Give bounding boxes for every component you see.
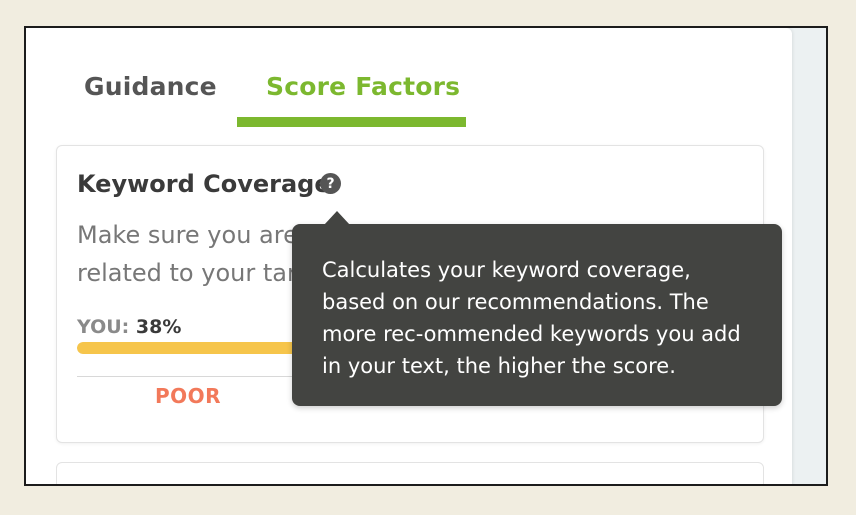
you-score-value: 38% — [135, 316, 182, 338]
next-card — [56, 462, 764, 484]
help-tooltip: Calculates your keyword coverage, based … — [292, 211, 782, 406]
tab-guidance[interactable]: Guidance — [84, 72, 217, 101]
app-frame: Guidance Score Factors Keyword Coverage … — [24, 26, 828, 486]
you-score-label: YOU: 38% — [77, 316, 181, 338]
you-label-text: YOU: — [77, 316, 130, 338]
question-circle-icon[interactable]: ? — [320, 173, 341, 194]
tooltip-text: Calculates your keyword coverage, based … — [322, 258, 741, 378]
tab-score-factors[interactable]: Score Factors — [266, 72, 460, 101]
status-badge: POOR — [155, 384, 222, 408]
card-title: Keyword Coverage — [77, 170, 331, 198]
score-progress-fill — [77, 342, 328, 354]
score-panel: Guidance Score Factors Keyword Coverage … — [26, 28, 792, 484]
tooltip-arrow — [324, 211, 350, 225]
active-tab-indicator — [237, 117, 466, 127]
